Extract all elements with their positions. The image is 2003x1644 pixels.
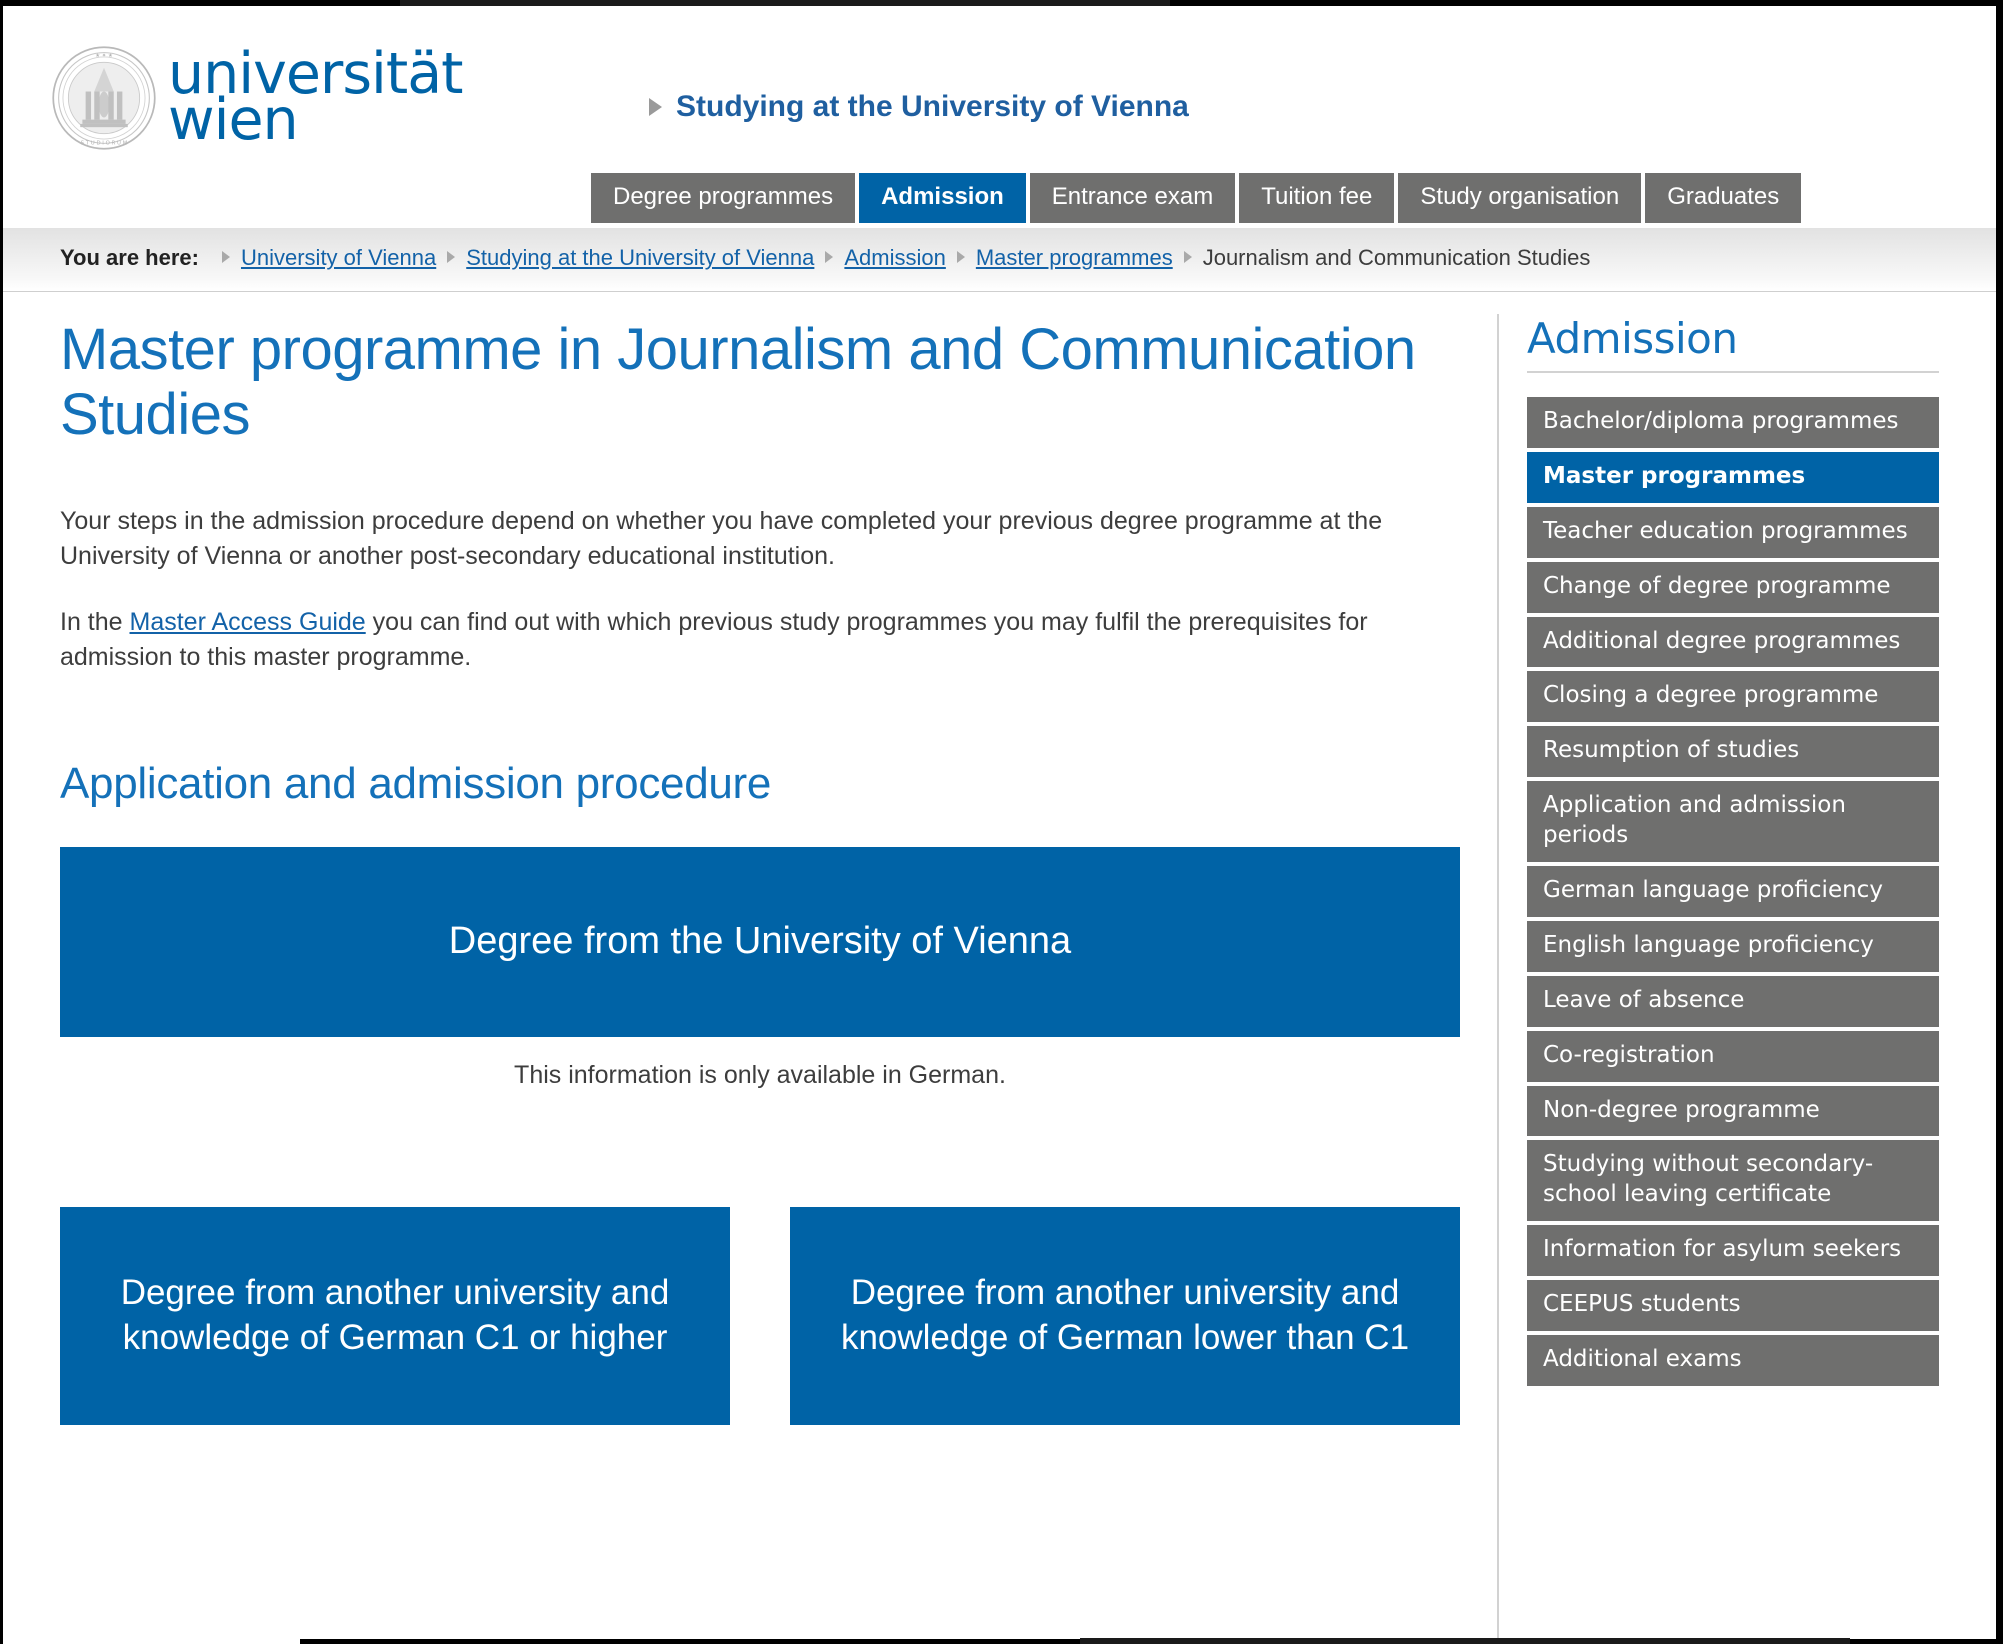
breadcrumb-item-master-programmes[interactable]: Master programmes [976, 245, 1173, 271]
section-heading-application-procedure: Application and admission procedure [60, 758, 772, 808]
sidebar-item-resumption-of-studies[interactable]: Resumption of studies [1527, 726, 1939, 778]
breadcrumb: You are here: University of Vienna Study… [60, 245, 1590, 271]
sidebar-item-non-degree-programme[interactable]: Non-degree programme [1527, 1085, 1939, 1137]
tab-degree-programmes[interactable]: Degree programmes [591, 173, 856, 223]
sidebar-item-additional-exams[interactable]: Additional exams [1527, 1335, 1939, 1386]
breadcrumb-separator-icon [221, 251, 230, 263]
button-degree-other-university-german-c1-or-higher[interactable]: Degree from another university and knowl… [60, 1206, 730, 1425]
breadcrumb-separator-icon [825, 251, 834, 263]
breadcrumb-bar: You are here: University of Vienna Study… [3, 228, 1996, 292]
site-section-title[interactable]: Studying at the University of Vienna [649, 90, 1189, 124]
page-title: Master programme in Journalism and Commu… [60, 317, 1416, 447]
browser-chrome-right-edge [1996, 0, 2003, 1644]
button-degree-from-university-of-vienna[interactable]: Degree from the University of Vienna [60, 846, 1460, 1037]
svg-text:S T U D I O R U M: S T U D I O R U M [81, 140, 128, 146]
breadcrumb-separator-icon [447, 251, 456, 263]
sidebar-item-english-language-proficiency[interactable]: English language proficiency [1527, 920, 1939, 972]
sidebar-item-closing-a-degree-programme[interactable]: Closing a degree programme [1527, 671, 1939, 723]
intro-paragraph: Your steps in the admission procedure de… [60, 506, 1383, 571]
sidebar-title-underline [1527, 371, 1939, 373]
option-button-row: Degree from another university and knowl… [60, 1206, 1470, 1425]
primary-nav-tabs[interactable]: Degree programmes Admission Entrance exa… [591, 173, 1802, 223]
tab-study-organisation[interactable]: Study organisation [1398, 173, 1642, 223]
sidebar-item-information-for-asylum-seekers[interactable]: Information for asylum seekers [1527, 1225, 1939, 1277]
browser-chrome-bottom-left [300, 1639, 1080, 1644]
master-access-guide-link[interactable]: Master Access Guide [130, 608, 366, 636]
svg-text:★ ✦ ★: ★ ✦ ★ [95, 52, 113, 59]
tab-graduates[interactable]: Graduates [1645, 173, 1802, 223]
university-seal-icon: ★ ✦ ★ S T U D I O R U M [52, 46, 156, 150]
body-area: Master programme in Journalism and Commu… [3, 292, 1996, 1638]
site-header: ★ ✦ ★ S T U D I O R U M universität wien… [3, 6, 1996, 228]
breadcrumb-lead: You are here: [60, 245, 199, 270]
tab-entrance-exam[interactable]: Entrance exam [1029, 173, 1236, 223]
university-logo[interactable]: ★ ✦ ★ S T U D I O R U M universität wien [50, 44, 463, 152]
page-root: ★ ✦ ★ S T U D I O R U M universität wien… [3, 6, 1996, 1638]
sidebar-item-teacher-education-programmes[interactable]: Teacher education programmes [1527, 506, 1939, 558]
sidebar-item-german-language-proficiency[interactable]: German language proficiency [1527, 866, 1939, 917]
sidebar: Admission Bachelor/diploma programmes Ma… [1527, 314, 1939, 1390]
tab-admission[interactable]: Admission [859, 173, 1026, 223]
sidebar-item-bachelor-diploma-programmes[interactable]: Bachelor/diploma programmes [1527, 397, 1939, 448]
paragraph-text-before: In the [60, 607, 130, 636]
university-wordmark: universität wien [168, 46, 463, 148]
sidebar-item-change-of-degree-programme[interactable]: Change of degree programme [1527, 561, 1939, 613]
main-content: Master programme in Journalism and Commu… [60, 317, 1470, 1425]
breadcrumb-item-studying[interactable]: Studying at the University of Vienna [466, 245, 814, 271]
breadcrumb-separator-icon [956, 251, 965, 263]
german-only-note: This information is only available in Ge… [514, 1060, 1006, 1089]
breadcrumb-separator-icon [1183, 251, 1192, 263]
sidebar-item-master-programmes[interactable]: Master programmes [1527, 451, 1939, 503]
browser-chrome-bottom-right [1850, 1639, 2003, 1644]
button-degree-other-university-german-lower-than-c1[interactable]: Degree from another university and knowl… [790, 1206, 1460, 1425]
sidebar-item-co-registration[interactable]: Co-registration [1527, 1030, 1939, 1082]
sidebar-item-application-and-admission-periods[interactable]: Application and admission periods [1527, 781, 1939, 863]
sidebar-item-additional-degree-programmes[interactable]: Additional degree programmes [1527, 616, 1939, 668]
sidebar-item-leave-of-absence[interactable]: Leave of absence [1527, 975, 1939, 1027]
tab-tuition-fee[interactable]: Tuition fee [1239, 173, 1395, 223]
sidebar-title: Admission [1527, 314, 1738, 363]
triangle-right-icon [649, 98, 662, 116]
master-access-guide-paragraph: In the Master Access Guide you can find … [60, 605, 1420, 676]
sidebar-item-studying-without-certificate[interactable]: Studying without secondary-school leavin… [1527, 1140, 1939, 1222]
sidebar-item-ceepus-students[interactable]: CEEPUS students [1527, 1280, 1939, 1332]
sidebar-divider [1497, 314, 1499, 1638]
section-title-label: Studying at the University of Vienna [676, 90, 1189, 123]
breadcrumb-item-university-of-vienna[interactable]: University of Vienna [241, 245, 436, 271]
breadcrumb-item-current: Journalism and Communication Studies [1202, 245, 1591, 270]
breadcrumb-item-admission[interactable]: Admission [844, 245, 945, 271]
